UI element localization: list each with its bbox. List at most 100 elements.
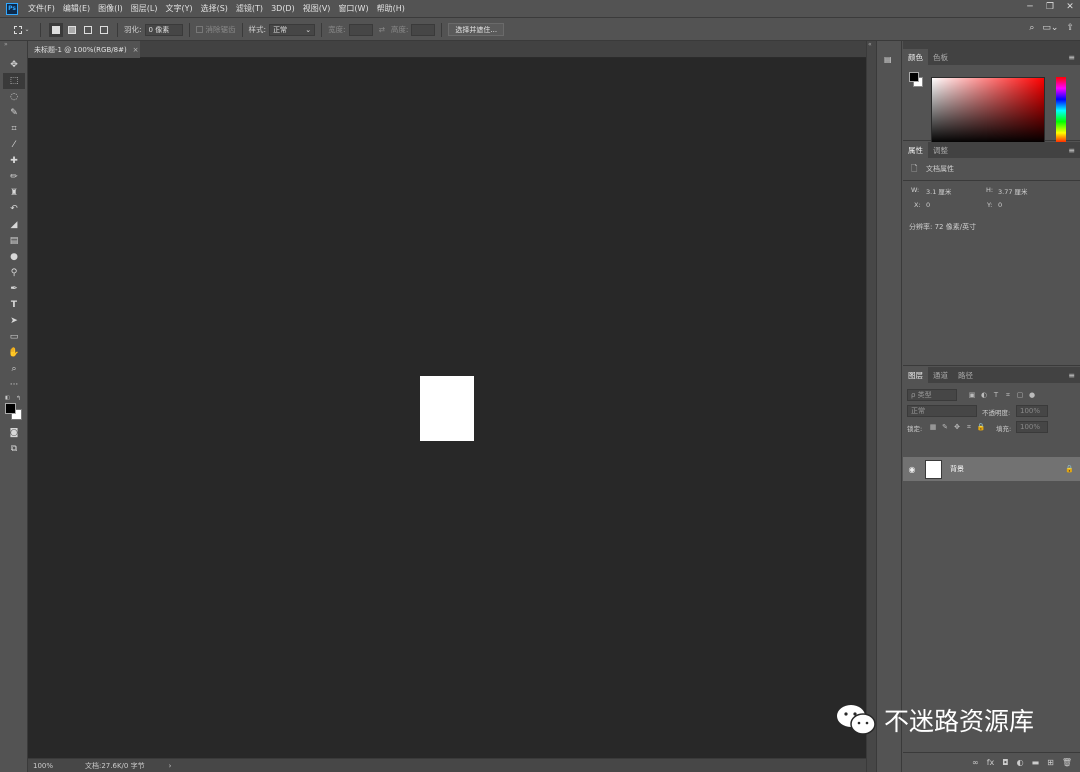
layer-thumbnail[interactable] bbox=[925, 459, 942, 479]
add-mask-icon[interactable]: ◘ bbox=[1002, 758, 1008, 767]
zoom-level[interactable]: 100% bbox=[33, 762, 77, 770]
status-arrow-icon[interactable]: › bbox=[169, 762, 172, 770]
eyedropper-tool-icon[interactable]: ⁄ bbox=[3, 137, 25, 153]
document-canvas[interactable] bbox=[420, 376, 474, 441]
hue-slider[interactable] bbox=[1056, 77, 1066, 144]
tab-adjustments[interactable]: 调整 bbox=[928, 142, 953, 158]
marquee-tool-preset-icon[interactable]: ⌄ bbox=[10, 23, 34, 37]
collapse-arrows-icon[interactable]: » bbox=[0, 41, 27, 57]
panel-menu-icon[interactable]: ≡ bbox=[1068, 53, 1075, 62]
lock-icon[interactable]: 🔒 bbox=[1065, 465, 1074, 473]
eraser-tool-icon[interactable]: ◢ bbox=[3, 217, 25, 233]
subtract-selection-icon[interactable] bbox=[81, 23, 95, 37]
brush-tool-icon[interactable]: ✏ bbox=[3, 169, 25, 185]
adjustment-layer-icon[interactable]: ◐ bbox=[1017, 758, 1024, 767]
y-prop-value[interactable]: 0 bbox=[998, 201, 1002, 209]
tab-paths[interactable]: 路径 bbox=[953, 367, 978, 383]
color-swatches[interactable]: ◧ ↰ bbox=[0, 395, 27, 425]
screen-mode-icon[interactable]: ⧉ bbox=[3, 441, 25, 457]
x-prop-value[interactable]: 0 bbox=[926, 201, 930, 209]
filter-adjustment-icon[interactable]: ◐ bbox=[978, 389, 990, 401]
default-colors-icon[interactable]: ◧ bbox=[5, 395, 10, 401]
swap-icon[interactable]: ⇄ bbox=[379, 25, 385, 34]
trash-icon[interactable]: 🗑 bbox=[1062, 758, 1072, 767]
menu-image[interactable]: 图像(I) bbox=[98, 3, 123, 14]
link-layers-icon[interactable]: ∞ bbox=[972, 758, 979, 767]
marquee-tool-icon[interactable]: ⬚ bbox=[3, 73, 25, 89]
tab-color[interactable]: 颜色 bbox=[903, 49, 928, 65]
filter-type-icon[interactable]: T bbox=[990, 389, 1002, 401]
quick-select-tool-icon[interactable]: ✎ bbox=[3, 105, 25, 121]
menu-select[interactable]: 选择(S) bbox=[201, 3, 228, 14]
tab-swatches[interactable]: 色板 bbox=[928, 49, 953, 65]
new-layer-icon[interactable]: ⊞ bbox=[1047, 758, 1054, 767]
type-tool-icon[interactable]: T bbox=[3, 297, 25, 313]
move-tool-icon[interactable]: ✥ bbox=[3, 57, 25, 73]
close-icon[interactable]: ✕ bbox=[1060, 0, 1080, 14]
filter-shape-icon[interactable]: ⌗ bbox=[1002, 390, 1014, 402]
menu-window[interactable]: 窗口(W) bbox=[338, 3, 368, 14]
intersect-selection-icon[interactable] bbox=[97, 23, 111, 37]
fill-input[interactable]: 100% bbox=[1016, 421, 1048, 433]
new-selection-icon[interactable] bbox=[49, 22, 63, 37]
new-group-icon[interactable]: ▬ bbox=[1032, 758, 1040, 767]
width-prop-value[interactable]: 3.1 厘米 bbox=[926, 186, 951, 196]
hand-tool-icon[interactable]: ✋ bbox=[3, 345, 25, 361]
layer-kind-filter[interactable]: ρ 类型 bbox=[907, 389, 957, 401]
gradient-tool-icon[interactable]: ▤ bbox=[3, 233, 25, 249]
menu-filter[interactable]: 滤镜(T) bbox=[236, 3, 263, 14]
opacity-input[interactable]: 100% bbox=[1016, 405, 1048, 417]
minimize-icon[interactable]: ─ bbox=[1020, 0, 1040, 14]
menu-help[interactable]: 帮助(H) bbox=[377, 3, 405, 14]
lock-all-icon[interactable]: 🔒 bbox=[975, 421, 987, 433]
panel-foreground-swatch[interactable] bbox=[909, 72, 919, 82]
quick-mask-icon[interactable]: ◙ bbox=[3, 425, 25, 441]
document-tab[interactable]: 未标题-1 @ 100%(RGB/8#) × bbox=[28, 41, 140, 58]
layer-name[interactable]: 背景 bbox=[950, 464, 964, 474]
lock-transparent-icon[interactable]: ▦ bbox=[927, 421, 939, 433]
swap-colors-icon[interactable]: ↰ bbox=[16, 395, 21, 402]
workspace-icon[interactable]: ▭⌄ bbox=[1042, 23, 1058, 33]
lock-image-icon[interactable]: ✎ bbox=[939, 421, 951, 433]
tab-properties[interactable]: 属性 bbox=[903, 142, 928, 158]
tab-channels[interactable]: 通道 bbox=[928, 367, 953, 383]
restore-icon[interactable]: ❐ bbox=[1040, 0, 1060, 14]
width-input[interactable] bbox=[348, 23, 373, 36]
fx-icon[interactable]: fx bbox=[987, 758, 995, 767]
blend-mode-select[interactable]: 正常 bbox=[907, 405, 977, 417]
add-selection-icon[interactable] bbox=[65, 23, 79, 37]
zoom-tool-icon[interactable]: ⌕ bbox=[3, 361, 25, 377]
menu-3d[interactable]: 3D(D) bbox=[271, 4, 295, 13]
share-icon[interactable]: ⇪ bbox=[1066, 23, 1074, 33]
eye-icon[interactable]: ◉ bbox=[903, 465, 921, 474]
history-panel-icon[interactable]: ▤ bbox=[884, 55, 896, 69]
dodge-tool-icon[interactable]: ⚲ bbox=[3, 265, 25, 281]
more-tools-icon[interactable]: ··· bbox=[3, 377, 25, 393]
menu-type[interactable]: 文字(Y) bbox=[165, 3, 192, 14]
rectangle-tool-icon[interactable]: ▭ bbox=[3, 329, 25, 345]
color-field[interactable] bbox=[931, 77, 1045, 144]
panel-menu-icon[interactable]: ≡ bbox=[1068, 371, 1075, 380]
panel-menu-icon[interactable]: ≡ bbox=[1068, 146, 1075, 155]
tab-layers[interactable]: 图层 bbox=[903, 367, 928, 383]
pen-tool-icon[interactable]: ✒ bbox=[3, 281, 25, 297]
feather-input[interactable]: 0 像素 bbox=[144, 23, 183, 36]
select-and-mask-button[interactable]: 选择并遮住... bbox=[448, 23, 505, 36]
path-select-tool-icon[interactable]: ➤ bbox=[3, 313, 25, 329]
height-input[interactable] bbox=[411, 23, 436, 36]
menu-edit[interactable]: 编辑(E) bbox=[63, 3, 90, 14]
foreground-color-swatch[interactable] bbox=[5, 403, 16, 414]
layer-row[interactable]: ◉ 背景 🔒 bbox=[903, 457, 1080, 481]
collapse-arrows-icon[interactable]: « bbox=[867, 41, 876, 48]
canvas-area[interactable] bbox=[28, 58, 866, 758]
lock-artboard-icon[interactable]: ⌗ bbox=[963, 422, 975, 434]
antialias-checkbox[interactable] bbox=[195, 26, 203, 33]
search-icon[interactable]: ⌕ bbox=[1029, 23, 1034, 33]
filter-toggle-icon[interactable]: ● bbox=[1026, 389, 1038, 401]
history-brush-tool-icon[interactable]: ↶ bbox=[3, 201, 25, 217]
menu-file[interactable]: 文件(F) bbox=[28, 3, 55, 14]
filter-smart-object-icon[interactable]: ▢ bbox=[1014, 389, 1026, 401]
style-select[interactable]: 正常 ⌄ bbox=[269, 23, 316, 36]
crop-tool-icon[interactable]: ⌗ bbox=[3, 121, 25, 137]
lasso-tool-icon[interactable]: ◌ bbox=[3, 89, 25, 105]
